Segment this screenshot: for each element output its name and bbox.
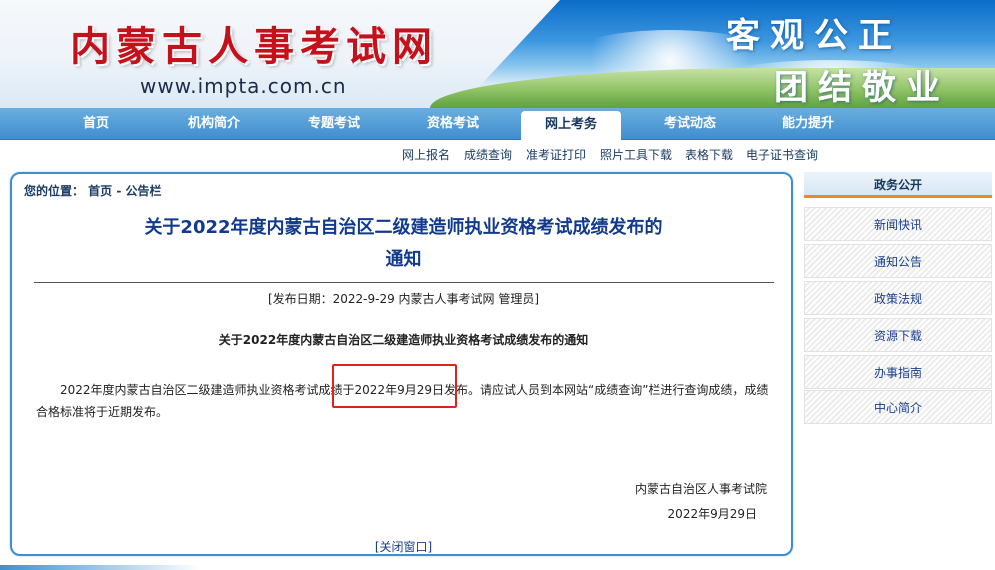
nav-item-about[interactable]: 机构简介 (164, 108, 264, 140)
article-subtitle: 关于2022年度内蒙古自治区二级建造师执业资格考试成绩发布的通知 (218, 333, 589, 347)
breadcrumb[interactable]: 您的位置： 首页 - 公告栏 (24, 182, 162, 199)
signature-date: 2022年9月29日 (667, 507, 757, 521)
banner-slogan-1: 客观公正 (726, 16, 902, 56)
sidebar-item-policies[interactable]: 政策法规 (804, 281, 992, 315)
subnav-online-registration[interactable]: 网上报名 (402, 146, 450, 163)
site-url: www.impta.com.cn (140, 74, 347, 98)
nav-item-home[interactable]: 首页 (46, 108, 146, 140)
sidebar-item-news[interactable]: 新闻快讯 (804, 207, 992, 241)
subnav-score-query[interactable]: 成绩查询 (464, 146, 512, 163)
article-headline-line-2: 通知 (385, 249, 422, 270)
nav-item-qualification-exams[interactable]: 资格考试 (403, 108, 503, 140)
sidebar-header: 政务公开 (804, 172, 992, 198)
sidebar-item-downloads[interactable]: 资源下载 (804, 318, 992, 352)
subnav-e-certificate-query[interactable]: 电子证书查询 (746, 146, 818, 163)
nav-item-online-affairs[interactable]: 网上考务 (521, 111, 621, 141)
nav-item-exam-news[interactable]: 考试动态 (640, 108, 740, 140)
nav-item-special-exams[interactable]: 专题考试 (284, 108, 384, 140)
bottom-strip (0, 565, 200, 570)
banner-slogan-2: 团结敬业 (774, 68, 950, 108)
sidebar-item-notices[interactable]: 通知公告 (804, 244, 992, 278)
signature-organization: 内蒙古自治区人事考试院 (634, 482, 767, 496)
article-panel: 您的位置： 首页 - 公告栏 关于2022年度内蒙古自治区二级建造师执业资格考试… (10, 172, 793, 556)
main-nav: 首页 机构简介 专题考试 资格考试 网上考务 考试动态 能力提升 (0, 108, 995, 141)
subnav-photo-tool-download[interactable]: 照片工具下载 (600, 146, 672, 163)
article-headline-line-1: 关于2022年度内蒙古自治区二级建造师执业资格考试成绩发布的 (144, 217, 663, 238)
sidebar-item-center-intro[interactable]: 中心简介 (804, 390, 992, 424)
headline-divider (34, 282, 774, 283)
sub-nav: 网上报名 成绩查询 准考证打印 照片工具下载 表格下载 电子证书查询 (0, 141, 995, 167)
date-highlight-box (332, 364, 457, 408)
nav-item-skill-improvement[interactable]: 能力提升 (758, 108, 858, 140)
site-logo-title[interactable]: 内蒙古人事考试网 (70, 14, 438, 72)
subnav-admission-ticket-print[interactable]: 准考证打印 (526, 146, 586, 163)
article-headline: 关于2022年度内蒙古自治区二级建造师执业资格考试成绩发布的 通知 (12, 212, 795, 276)
subnav-form-download[interactable]: 表格下载 (685, 146, 733, 163)
sidebar-item-guide[interactable]: 办事指南 (804, 355, 992, 389)
site-banner: 内蒙古人事考试网 www.impta.com.cn 客观公正 团结敬业 (0, 0, 995, 108)
close-window-link[interactable]: [关闭窗口] (12, 538, 795, 555)
publish-meta: [发布日期：2022-9-29 内蒙古人事考试网 管理员] (267, 292, 540, 306)
